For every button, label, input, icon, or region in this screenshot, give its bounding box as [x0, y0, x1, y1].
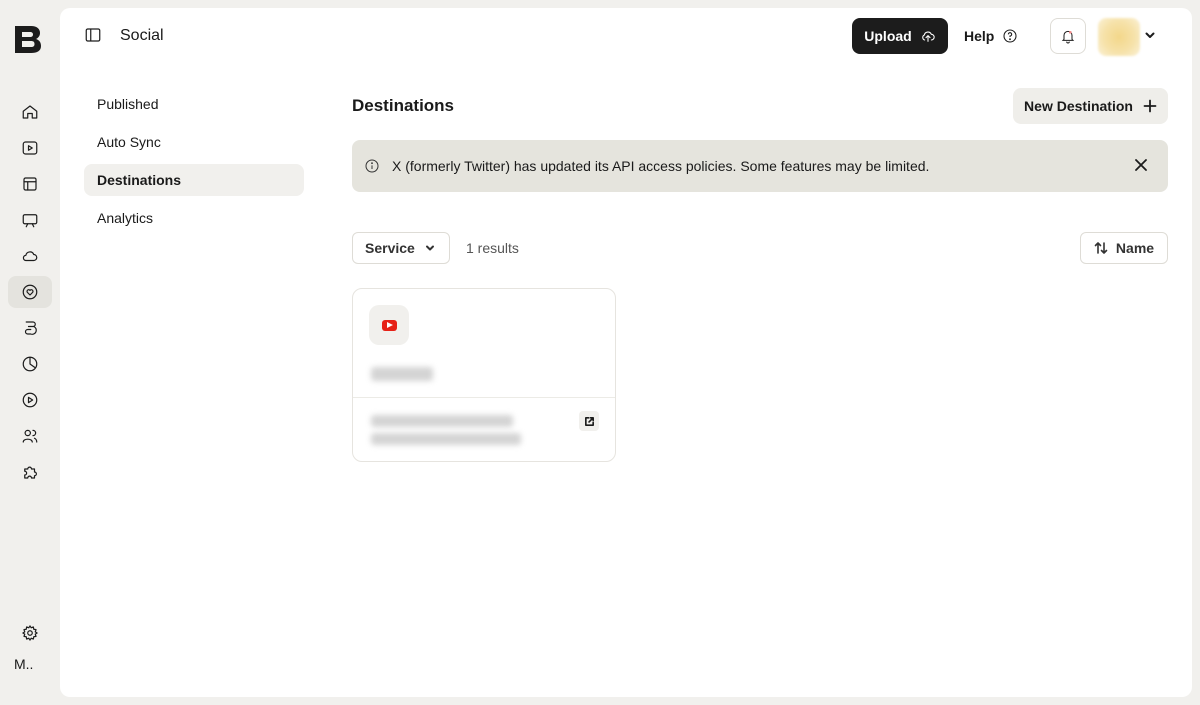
subnav-item-analytics[interactable]: Analytics: [84, 202, 304, 234]
sidebar-toggle-icon: [85, 28, 101, 42]
subnav-item-published[interactable]: Published: [84, 88, 304, 120]
puzzle-icon: [24, 466, 37, 479]
rail-social-button[interactable]: [8, 276, 52, 308]
main-panel: Social Upload Help Published Auto Sync D…: [60, 8, 1192, 697]
app-rail: M..: [0, 0, 60, 705]
close-icon: [1135, 159, 1147, 171]
rail-cloud-button[interactable]: [8, 240, 52, 272]
logo-icon: [15, 26, 41, 53]
new-destination-button[interactable]: New Destination: [1013, 88, 1168, 124]
notifications-button[interactable]: [1050, 18, 1086, 54]
account-menu-toggle[interactable]: [1144, 28, 1156, 40]
analytics-pie-icon: [22, 356, 38, 372]
subnav-label: Analytics: [97, 210, 154, 226]
subnav-item-destinations[interactable]: Destinations: [84, 164, 304, 196]
rail-home-button[interactable]: [8, 96, 52, 128]
service-filter-label: Service: [365, 240, 415, 256]
play-circle-icon: [22, 392, 38, 408]
rail-monitor-button[interactable]: [8, 204, 52, 236]
layout-icon: [23, 177, 37, 191]
sidebar-toggle-button[interactable]: [84, 26, 104, 46]
rail-users-button[interactable]: [8, 420, 52, 452]
rail-play-button[interactable]: [8, 384, 52, 416]
external-link-icon: [584, 416, 594, 426]
brand-logo[interactable]: [11, 22, 45, 56]
chevron-down-icon: [425, 245, 434, 251]
bell-icon: [1061, 30, 1075, 44]
banner-close-button[interactable]: [1134, 158, 1150, 174]
redacted-detail-line: [371, 433, 521, 445]
rail-video-button[interactable]: [8, 132, 52, 164]
subnav-item-auto-sync[interactable]: Auto Sync: [84, 126, 304, 158]
users-icon: [22, 429, 38, 443]
subnav-label: Published: [97, 96, 159, 112]
banner-message: X (formerly Twitter) has updated its API…: [392, 158, 930, 174]
subnav-label: Auto Sync: [97, 134, 161, 150]
sort-label: Name: [1115, 240, 1155, 256]
help-circle-icon: [1003, 29, 1017, 43]
service-icon-tile: [369, 305, 409, 345]
redacted-channel-name: [371, 367, 433, 381]
upload-button[interactable]: Upload: [852, 18, 948, 54]
rail-integrations-button[interactable]: [8, 456, 52, 488]
sort-arrows-icon: [1094, 242, 1108, 254]
monitor-icon: [22, 214, 38, 228]
cloud-icon: [22, 251, 38, 262]
results-count: 1 results: [466, 240, 519, 256]
user-menu-initial[interactable]: M..: [14, 656, 33, 672]
open-external-button[interactable]: [579, 411, 599, 431]
avatar[interactable]: [1098, 18, 1140, 56]
new-destination-label: New Destination: [1024, 98, 1133, 114]
info-banner: X (formerly Twitter) has updated its API…: [352, 140, 1168, 192]
page-title: Social: [120, 27, 164, 44]
help-button[interactable]: Help: [964, 18, 1018, 54]
plus-icon: [1143, 99, 1157, 113]
rail-brand-button[interactable]: [8, 312, 52, 344]
settings-icon: [22, 625, 38, 641]
subnav-label: Destinations: [97, 172, 182, 188]
chevron-down-icon: [1145, 32, 1155, 38]
sort-button[interactable]: Name: [1080, 232, 1168, 264]
upload-button-label: Upload: [864, 28, 912, 44]
section-title: Destinations: [352, 96, 455, 115]
home-icon: [22, 105, 38, 119]
video-icon: [22, 141, 38, 155]
help-button-label: Help: [964, 28, 995, 44]
rail-settings-button[interactable]: [8, 617, 52, 649]
card-divider: [353, 397, 615, 398]
rail-layout-button[interactable]: [8, 168, 52, 200]
service-filter-dropdown[interactable]: Service: [352, 232, 450, 264]
info-icon: [364, 158, 380, 174]
destination-card[interactable]: [352, 288, 616, 462]
rail-analytics-button[interactable]: [8, 348, 52, 380]
social-heart-icon: [22, 284, 38, 300]
youtube-icon: [381, 319, 397, 331]
redacted-detail-line: [371, 415, 513, 427]
brand-icon: [24, 321, 37, 335]
cloud-upload-icon: [921, 31, 935, 42]
